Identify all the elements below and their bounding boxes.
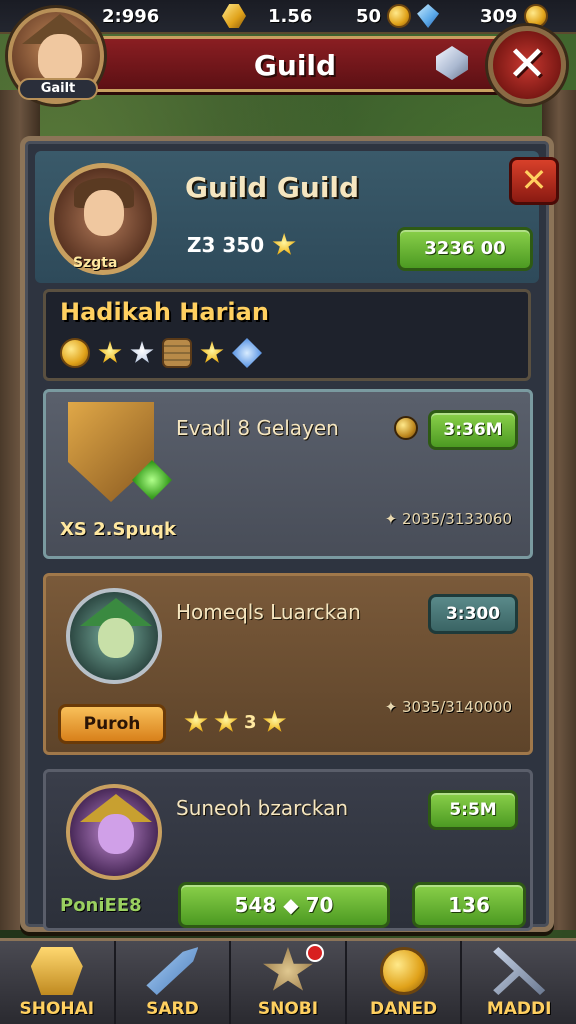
- emblem-label: Szgta: [73, 255, 118, 271]
- hero-face: [98, 618, 134, 658]
- quest-card-2[interactable]: Homeqls Luarckan 3:300 Puroh 3 ✦ 3035/31…: [43, 573, 533, 755]
- star-icon: [200, 341, 224, 363]
- nav-label-shop: SHOHAI: [19, 999, 95, 1019]
- tools-icon: [493, 947, 546, 995]
- quest-1-progress: ✦ 2035/3133060: [384, 510, 512, 528]
- bottom-nav: SHOHAI SARD SNOBI DANED MADDI: [0, 938, 576, 1024]
- close-icon: ✕: [506, 36, 548, 92]
- currency-1: 2:996: [102, 2, 159, 30]
- coin-icon: [379, 947, 428, 995]
- coin-icon: [394, 416, 418, 440]
- stars-count: 3: [244, 711, 257, 733]
- nav-label-star: SNOBI: [257, 999, 319, 1019]
- gem-cluster-icon: [232, 338, 262, 368]
- star-icon: [263, 710, 287, 732]
- currency-4-value: 309: [480, 5, 518, 27]
- nav-label-sword: SARD: [146, 999, 199, 1019]
- quest-1-title: Evadl 8 Gelayen: [176, 416, 339, 440]
- buy-alt-button[interactable]: 136: [412, 882, 526, 928]
- guild-action-button[interactable]: 3236 00: [397, 227, 533, 271]
- nav-item-tools[interactable]: MADDI: [462, 941, 576, 1024]
- panel-close-button[interactable]: ✕: [509, 157, 559, 205]
- guild-level: Z3 350: [187, 233, 296, 257]
- close-button[interactable]: ✕: [488, 26, 566, 104]
- quest-2-stars: 3: [184, 710, 287, 734]
- quest-3-title: Suneoh bzarckan: [176, 796, 349, 820]
- coin-icon: [523, 4, 548, 28]
- quest-3-button[interactable]: 5:5M: [428, 790, 518, 830]
- silver-star-icon: [130, 341, 154, 363]
- star-icon: [214, 710, 238, 732]
- quest-2-button[interactable]: 3:300: [428, 594, 518, 634]
- quest-3-icon: [60, 782, 162, 882]
- gold-gem-icon: [222, 4, 246, 28]
- quest-2-icon: [60, 586, 162, 686]
- currency-4: 309: [480, 2, 548, 30]
- guild-title: Guild Guild: [185, 171, 360, 204]
- purchase-button[interactable]: Puroh: [58, 704, 166, 744]
- buy-button[interactable]: 548 ◆ 70: [178, 882, 390, 928]
- nav-label-tools: MADDI: [486, 999, 552, 1019]
- guild-panel: Szgta Guild Guild Z3 350 3236 00 ✕ Hadik…: [20, 136, 559, 932]
- hero-face: [98, 814, 134, 854]
- quest-3-sub: PoniEE8: [60, 895, 142, 916]
- nav-item-shop[interactable]: SHOHAI: [0, 941, 116, 1024]
- daily-rewards: Hadikah Harian: [43, 289, 531, 381]
- currency-2-value: 1.56: [268, 5, 313, 27]
- barrel-icon: [162, 338, 192, 368]
- notification-dot: [306, 944, 324, 962]
- currency-3-value: 50: [356, 5, 382, 27]
- quest-2-progress: ✦ 3035/3140000: [384, 698, 512, 716]
- star-icon: [98, 341, 122, 363]
- quest-1-button[interactable]: 3:36M: [428, 410, 518, 450]
- nav-label-coin: DANED: [369, 999, 438, 1019]
- nav-item-coin[interactable]: DANED: [347, 941, 463, 1024]
- quest-card-3[interactable]: Suneoh bzarckan 5:5M PoniEE8 548 ◆ 70 13…: [43, 769, 533, 931]
- nav-item-star[interactable]: SNOBI: [231, 941, 347, 1024]
- quest-card-1[interactable]: Evadl 8 Gelayen 3:36M XS 2.Spuqk ✦ 2035/…: [43, 389, 533, 559]
- guild-level-value: Z3 350: [187, 233, 265, 257]
- star-icon: [184, 710, 208, 732]
- quest-2-title: Homeqls Luarckan: [176, 600, 361, 624]
- rewards-title: Hadikah Harian: [60, 298, 269, 326]
- gem-icon: [417, 4, 440, 28]
- sword-icon: [146, 947, 199, 995]
- quest-1-sub: XS 2.Spuqk: [60, 519, 176, 540]
- shop-icon: [30, 947, 83, 995]
- emblem-face: [84, 190, 124, 236]
- star-icon: [272, 233, 296, 255]
- coin-icon: [60, 338, 90, 368]
- currency-3: 50: [356, 2, 440, 30]
- nav-item-sword[interactable]: SARD: [116, 941, 232, 1024]
- hero-portrait: [66, 784, 162, 880]
- avatar-face: [38, 34, 82, 82]
- rewards-icons: [60, 338, 262, 368]
- currency-2: 1.56: [222, 2, 312, 30]
- player-tag: Gailt: [18, 78, 98, 100]
- hero-portrait: [66, 588, 162, 684]
- quest-1-icon: [60, 402, 172, 502]
- guild-header: Szgta Guild Guild Z3 350 3236 00 ✕: [35, 151, 559, 283]
- currency-1-value: 2:996: [102, 5, 160, 27]
- coin-icon: [387, 4, 412, 28]
